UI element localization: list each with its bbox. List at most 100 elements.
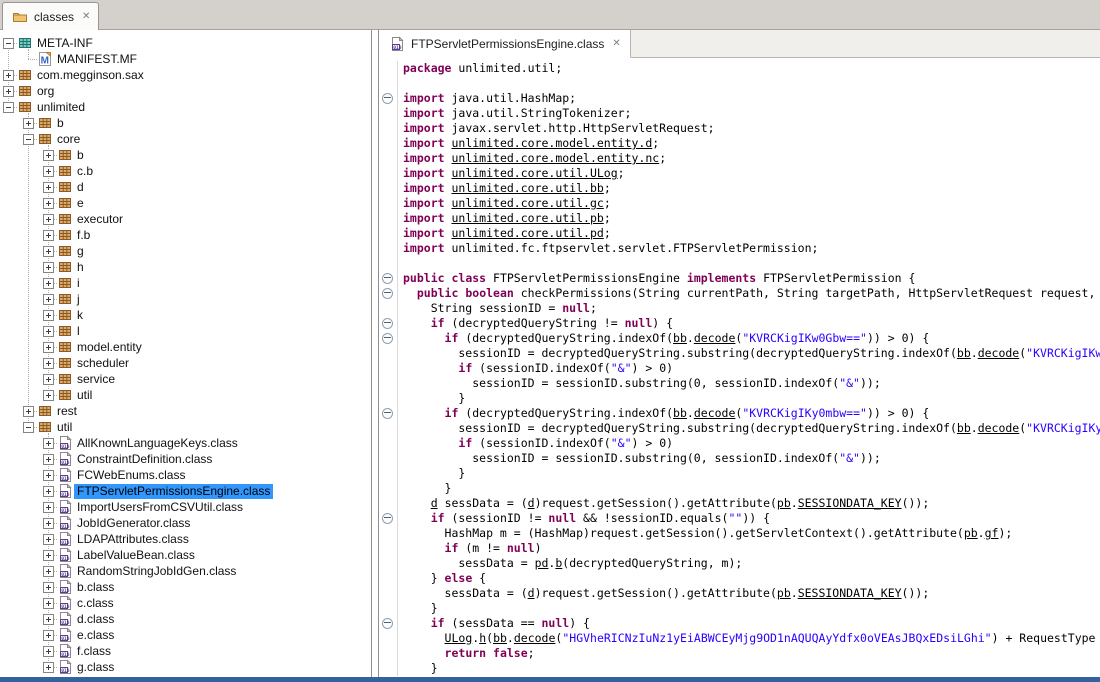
expand-icon[interactable] (43, 294, 54, 305)
tree-expander-cell (0, 99, 16, 115)
tree-item-j[interactable]: j (0, 291, 371, 307)
tree-item-com-megginson-sax[interactable]: com.megginson.sax (0, 67, 371, 83)
expand-icon[interactable] (3, 86, 14, 97)
tree-item-allknownlanguagekeys-class[interactable]: 010AllKnownLanguageKeys.class (0, 435, 371, 451)
expand-icon[interactable] (43, 342, 54, 353)
expand-icon[interactable] (43, 502, 54, 513)
collapse-fold-icon[interactable] (382, 318, 393, 329)
tree-item-d[interactable]: d (0, 179, 371, 195)
expand-icon[interactable] (43, 326, 54, 337)
collapse-fold-icon[interactable] (382, 333, 393, 344)
tree-item-randomstringjobidgen-class[interactable]: 010RandomStringJobIdGen.class (0, 563, 371, 579)
tree-item-g[interactable]: g (0, 243, 371, 259)
expand-icon[interactable] (23, 118, 34, 129)
tree-item-constraintdefinition-class[interactable]: 010ConstraintDefinition.class (0, 451, 371, 467)
tree-item-label: LabelValueBean.class (74, 548, 198, 563)
expand-icon[interactable] (43, 470, 54, 481)
tree-item-b-class[interactable]: 010b.class (0, 579, 371, 595)
tree-item-d-class[interactable]: 010d.class (0, 611, 371, 627)
tree-item-e-class[interactable]: 010e.class (0, 627, 371, 643)
expand-icon[interactable] (43, 662, 54, 673)
expand-icon[interactable] (43, 150, 54, 161)
collapse-icon[interactable] (3, 102, 14, 113)
tree-item-b[interactable]: b (0, 115, 371, 131)
collapse-fold-icon[interactable] (382, 273, 393, 284)
tree-item-h[interactable]: h (0, 259, 371, 275)
collapse-fold-icon[interactable] (382, 408, 393, 419)
tree-item-l[interactable]: l (0, 323, 371, 339)
expand-icon[interactable] (43, 390, 54, 401)
collapse-fold-icon[interactable] (382, 513, 393, 524)
expand-icon[interactable] (43, 454, 54, 465)
tree-item-labelvaluebean-class[interactable]: 010LabelValueBean.class (0, 547, 371, 563)
expand-icon[interactable] (43, 214, 54, 225)
code-area[interactable]: package unlimited.util;import java.util.… (379, 58, 1100, 677)
tree-item-unlimited[interactable]: unlimited (0, 99, 371, 115)
tree-item-jobidgenerator-class[interactable]: 010JobIdGenerator.class (0, 515, 371, 531)
tree-item-f-class[interactable]: 010f.class (0, 643, 371, 659)
tree-item-meta-inf[interactable]: META-INF (0, 35, 371, 51)
tree-item-ftpservletpermissionsengine-class[interactable]: 010FTPServletPermissionsEngine.class (0, 483, 371, 499)
tree-item-ldapattributes-class[interactable]: 010LDAPAttributes.class (0, 531, 371, 547)
tab-ftpservletpermissionsengine-class[interactable]: 010 FTPServletPermissionsEngine.class ✕ (379, 30, 631, 58)
fold-gutter (379, 256, 398, 271)
tree-item-util[interactable]: util (0, 387, 371, 403)
collapse-icon[interactable] (3, 38, 14, 49)
collapse-fold-icon[interactable] (382, 288, 393, 299)
tree-item-k[interactable]: k (0, 307, 371, 323)
expand-icon[interactable] (43, 198, 54, 209)
expand-icon[interactable] (43, 630, 54, 641)
close-icon[interactable]: ✕ (82, 12, 90, 22)
expand-icon[interactable] (3, 70, 14, 81)
tree-indent (0, 163, 40, 179)
expand-icon[interactable] (43, 614, 54, 625)
tree-item-b[interactable]: b (0, 147, 371, 163)
tree-item-fcwebenums-class[interactable]: 010FCWebEnums.class (0, 467, 371, 483)
expand-icon[interactable] (43, 230, 54, 241)
tree-item-service[interactable]: service (0, 371, 371, 387)
expand-icon[interactable] (43, 166, 54, 177)
expand-icon[interactable] (43, 486, 54, 497)
tree-item-model-entity[interactable]: model.entity (0, 339, 371, 355)
expand-icon[interactable] (43, 182, 54, 193)
collapse-fold-icon[interactable] (382, 618, 393, 629)
code-line: import unlimited.core.util.gc; (379, 196, 1100, 211)
expand-icon[interactable] (43, 582, 54, 593)
expand-icon[interactable] (43, 246, 54, 257)
tree-item-label: i (74, 276, 83, 291)
tree-item-c-b[interactable]: c.b (0, 163, 371, 179)
tree-item-util[interactable]: util (0, 419, 371, 435)
collapse-icon[interactable] (23, 134, 34, 145)
tab-classes[interactable]: classes ✕ (2, 2, 99, 30)
tree-item-importusersfromcsvutil-class[interactable]: 010ImportUsersFromCSVUtil.class (0, 499, 371, 515)
tree-item-g-class[interactable]: 010g.class (0, 659, 371, 675)
tree-item-core[interactable]: core (0, 131, 371, 147)
tree-item-i[interactable]: i (0, 275, 371, 291)
tree-item-org[interactable]: org (0, 83, 371, 99)
tree-item-e[interactable]: e (0, 195, 371, 211)
expand-icon[interactable] (43, 374, 54, 385)
tree-item-scheduler[interactable]: scheduler (0, 355, 371, 371)
expand-icon[interactable] (43, 262, 54, 273)
tree-item-c-class[interactable]: 010c.class (0, 595, 371, 611)
tree-item-f-b[interactable]: f.b (0, 227, 371, 243)
expand-icon[interactable] (43, 598, 54, 609)
expand-icon[interactable] (43, 278, 54, 289)
expand-icon[interactable] (43, 534, 54, 545)
expand-icon[interactable] (43, 310, 54, 321)
expand-icon[interactable] (43, 518, 54, 529)
close-icon[interactable]: ✕ (612, 39, 620, 49)
tree-item-executor[interactable]: executor (0, 211, 371, 227)
collapse-icon[interactable] (23, 422, 34, 433)
expand-icon[interactable] (43, 550, 54, 561)
fold-gutter (379, 166, 398, 181)
expand-icon[interactable] (43, 438, 54, 449)
tree-item-manifest-mf[interactable]: MMANIFEST.MF (0, 51, 371, 67)
class-icon: 010 (56, 515, 74, 531)
expand-icon[interactable] (43, 566, 54, 577)
expand-icon[interactable] (43, 646, 54, 657)
expand-icon[interactable] (43, 358, 54, 369)
expand-icon[interactable] (23, 406, 34, 417)
collapse-fold-icon[interactable] (382, 93, 393, 104)
tree-item-rest[interactable]: rest (0, 403, 371, 419)
